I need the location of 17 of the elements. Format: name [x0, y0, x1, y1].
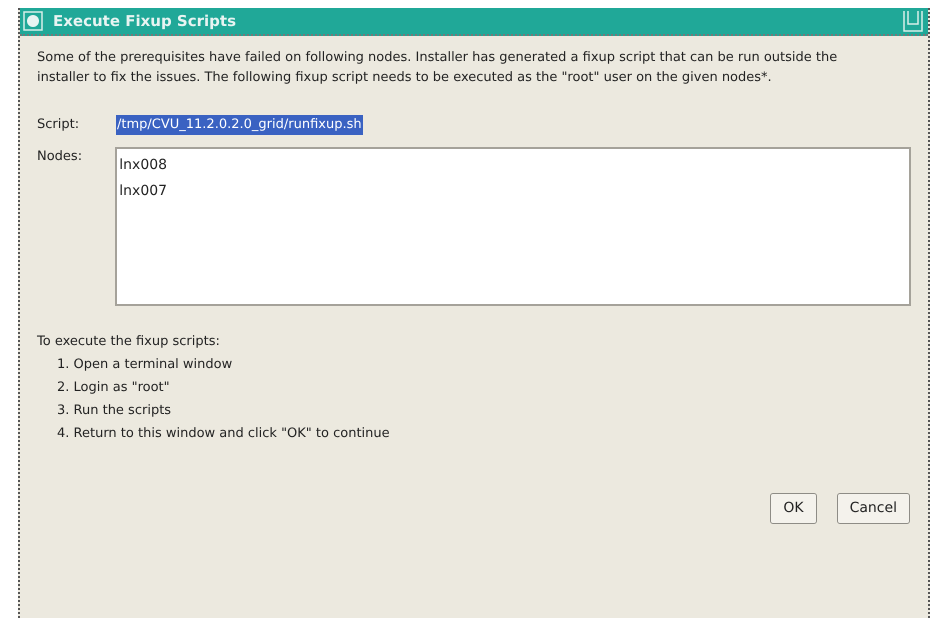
- instruction-step: 2. Login as "root": [57, 376, 170, 398]
- ok-button[interactable]: OK: [770, 492, 817, 524]
- instruction-step: 3. Run the scripts: [57, 398, 172, 422]
- cancel-button[interactable]: Cancel: [836, 492, 910, 524]
- maximize-icon[interactable]: [903, 10, 923, 32]
- window-title: Execute Fixup Scripts: [53, 10, 236, 32]
- instruction-step: 1. Open a terminal window: [57, 352, 232, 376]
- message-text: Some of the prerequisites have failed on following nodes. Installer has generated a fixup script that can be run outside the installer to fix the issues. The following fixup script needs to be executed as the "root" user on the given nodes*.: [37, 49, 838, 87]
- node-item: lnx008: [119, 156, 168, 174]
- nodes-list[interactable]: lnx008 lnx007: [115, 146, 911, 306]
- script-path[interactable]: /tmp/CVU_11.2.0.2.0_grid/runfixup.sh: [116, 115, 363, 134]
- script-label: Script:: [37, 116, 80, 134]
- instructions-heading: To execute the fixup scripts:: [37, 332, 221, 350]
- window-menu-icon[interactable]: [23, 11, 43, 31]
- node-item: lnx007: [119, 182, 168, 200]
- nodes-label: Nodes:: [37, 148, 84, 166]
- instruction-step: 4. Return to this window and click "OK" to continue: [57, 422, 390, 444]
